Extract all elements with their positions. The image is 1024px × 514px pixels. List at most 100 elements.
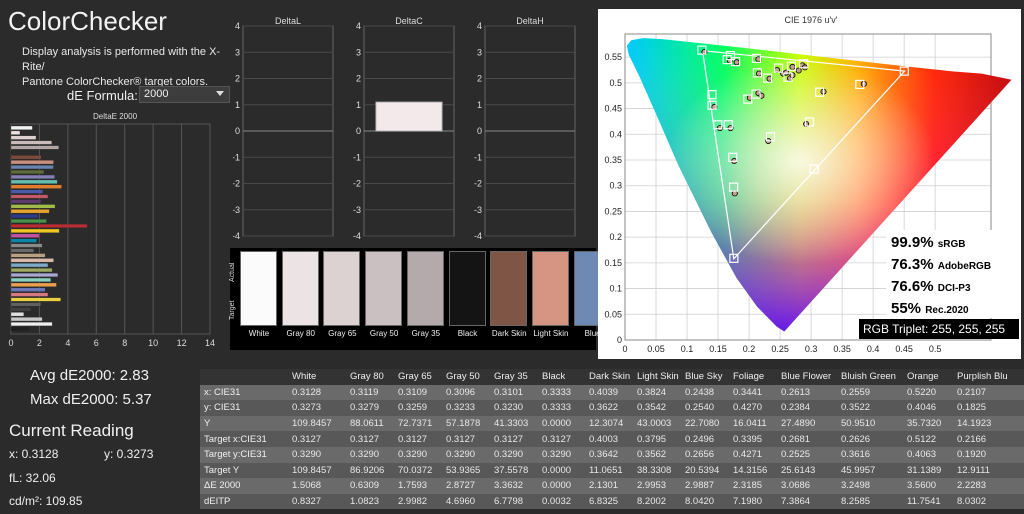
table-cell: 31.1389 (903, 462, 953, 479)
target-label: Target (229, 300, 236, 320)
deltae-bar (10, 169, 45, 174)
formula-select[interactable]: 2000 (139, 86, 230, 103)
table-cell: 2.3185 (729, 478, 777, 494)
table-cell: 0.3395 (729, 431, 777, 447)
coverage-percent: 76.6% (891, 278, 934, 295)
avg-de: Avg dE2000: 2.83 (30, 367, 149, 384)
deltae-bar (10, 263, 49, 268)
table-cell: 2.9982 (394, 493, 442, 510)
table-cell: 0.2626 (837, 431, 903, 447)
deltae-bar (10, 204, 56, 209)
table-header-cell: Orange (903, 369, 953, 385)
delta-tick-label: 4 (235, 21, 240, 31)
delta-tick-label: -2 (474, 179, 482, 189)
table-cell: 0.3290 (346, 446, 394, 463)
table-header-cell: Light Skin (633, 369, 681, 385)
table-header-cell: Black (538, 369, 585, 385)
table-cell: 0.3290 (538, 446, 585, 463)
table-cell: 86.9206 (346, 462, 394, 479)
table-cell: 8.0420 (681, 493, 729, 510)
actual-label: Actual (229, 262, 236, 282)
deltae-bar (10, 130, 21, 135)
swatch-label: Gray 35 (411, 329, 441, 338)
delta-tick-label: -1 (474, 152, 482, 162)
coverage-percent: 55% (891, 300, 922, 317)
deltae-bar (10, 322, 53, 327)
swatch (240, 251, 277, 326)
reading-cdm2: cd/m²: 109.85 (9, 494, 83, 508)
deltae-bar (10, 243, 43, 248)
delta-charts: DeltaL 4 3 2 1 0 -1 -2 -3 -4 DeltaC 4 3 2 1 0 -1 -2 -3 -4 De… (233, 16, 576, 241)
table-cell: 0.3128 (288, 384, 346, 401)
swatch-label: White (248, 329, 270, 338)
table-cell: 0.2438 (681, 384, 729, 401)
table-cell: 1.7593 (394, 478, 442, 494)
delta-chart-title: DeltaH (516, 16, 544, 26)
table-cell: 0.2525 (777, 446, 837, 463)
table-cell: 0.3542 (633, 400, 681, 416)
table-row: Y 109.8457 88.0611 72.7371 57.1878 41.3303 0.0… (200, 415, 1024, 432)
delta-tick-label: -3 (233, 205, 240, 215)
cie-title: CIE 1976 u'v' (785, 15, 838, 25)
table-cell: 27.4890 (777, 415, 837, 432)
deltae-bar (10, 150, 12, 155)
cie-x-tick: 0.05 (647, 344, 665, 354)
cie-y-tick: 0.55 (604, 52, 622, 62)
cie-x-tick: 0.4 (867, 344, 880, 354)
cie-y-tick: 0.05 (604, 309, 622, 319)
deltae-bar (10, 302, 42, 307)
table-row: Target Y 109.8457 86.9206 70.0372 53.9365 37.… (200, 462, 1024, 479)
delta-bar (375, 101, 443, 132)
deltae-bar (10, 179, 58, 184)
measured-point (733, 59, 740, 66)
deltae-bar (10, 277, 51, 282)
delta-tick-label: 3 (477, 47, 482, 57)
table-row: ΔE 2000 1.5068 0.6309 1.7593 2.8727 3.3632 0.0… (200, 478, 1024, 494)
max-de: Max dE2000: 5.37 (30, 391, 152, 408)
table-cell: 1.5068 (288, 478, 346, 494)
description-line-1: Display analysis is performed with the X… (22, 46, 221, 73)
table-cell: 0.3642 (585, 446, 633, 463)
reading-fl: fL: 32.06 (9, 471, 56, 485)
table-cell: 3.5600 (903, 478, 953, 494)
table-cell: 0.3333 (538, 384, 585, 401)
deltae-bar (10, 189, 43, 194)
table-row: Target x:CIE31 0.3127 0.3127 0.3127 0.3127 0.… (200, 431, 1024, 447)
table-cell: 0.3259 (394, 400, 442, 416)
table-cell: 0.3290 (442, 446, 490, 463)
rgb-triplet: RGB Triplet: 255, 255, 255 (859, 319, 1019, 339)
table-cell: 57.1878 (442, 415, 490, 432)
coverage-percent: 76.3% (891, 256, 934, 273)
delta-tick-label: -1 (353, 152, 361, 162)
table-cell: 12.9111 (953, 462, 1024, 479)
table-cell: 0.3290 (490, 446, 538, 463)
table-cell: 0.3096 (442, 384, 490, 401)
delta-tick-label: 1 (235, 100, 240, 110)
table-cell: 22.7080 (681, 415, 729, 432)
deltae-bar (10, 317, 43, 322)
table-header-cell: Gray 35 (490, 369, 538, 385)
table-cell: 50.9510 (837, 415, 903, 432)
table-row-label: Y (200, 415, 288, 432)
table-header-cell: Gray 65 (394, 369, 442, 385)
table-cell: 8.2002 (633, 493, 681, 510)
deltae-tick-label: 2 (37, 338, 42, 348)
table-header-cell: Gray 50 (442, 369, 490, 385)
table-cell: 8.2585 (837, 493, 903, 510)
cie-x-tick: 0.35 (833, 344, 851, 354)
coverage-row: 76.3% AdobeRGB (891, 255, 1014, 277)
table-cell: 0.1920 (953, 446, 1024, 463)
cie-y-tick: 0.45 (604, 104, 622, 114)
table-cell: 0.3824 (633, 384, 681, 401)
table-cell: 7.3864 (777, 493, 837, 510)
table-cell: 6.8325 (585, 493, 633, 510)
delta-tick-label: 0 (235, 126, 240, 136)
delta-tick-label: -2 (233, 179, 240, 189)
table-cell: 3.0686 (777, 478, 837, 494)
deltae-bar (10, 125, 33, 130)
table-cell: 0.4003 (585, 431, 633, 447)
table-cell: 0.2496 (681, 431, 729, 447)
deltae-chart: DeltaE 2000 0 2 4 6 8 10 12 14 (8, 112, 215, 348)
table-cell: 0.3119 (346, 384, 394, 401)
table-cell: 0.8327 (288, 493, 346, 510)
